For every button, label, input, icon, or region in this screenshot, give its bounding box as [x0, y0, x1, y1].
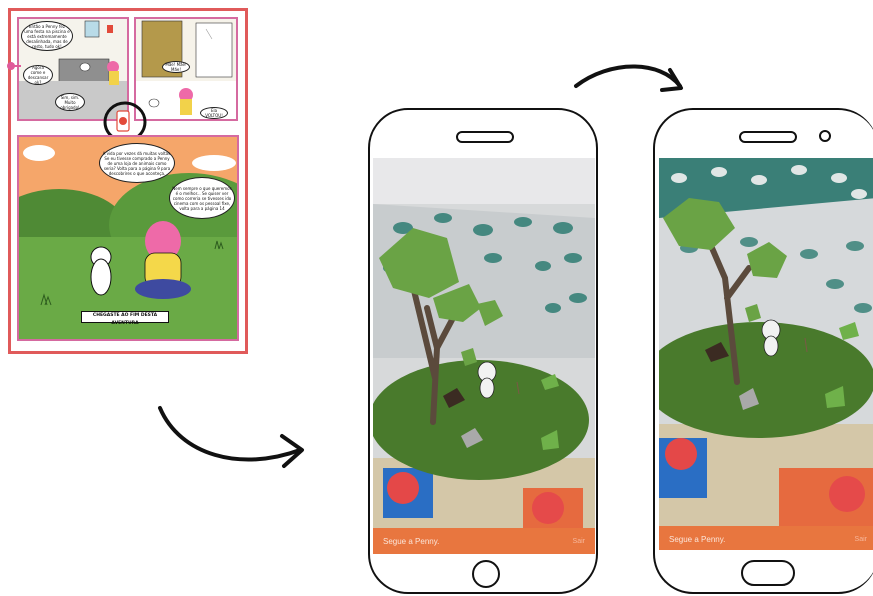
home-button[interactable] — [741, 560, 795, 586]
comic-page: Então a Penny fez uma festa na piscina e… — [7, 8, 248, 354]
home-button[interactable] — [472, 560, 500, 588]
speech-bubble-2: Agora come e descansar ok? — [23, 65, 53, 85]
exit-button[interactable]: Sair — [573, 538, 585, 545]
speech-bubble-1: Então a Penny fez uma festa na piscina e… — [21, 21, 73, 51]
arrow-right-icon — [574, 64, 683, 92]
speech-bubble-5: Ela VOLTOU! — [200, 107, 228, 119]
ar-status-bar: Segue a Penny. Sair — [373, 528, 595, 554]
camera-icon — [819, 130, 831, 142]
status-text: Segue a Penny. — [669, 534, 726, 544]
status-text: Segue a Penny. — [383, 536, 440, 546]
exit-button[interactable]: Sair — [855, 536, 867, 543]
phone-speaker — [739, 131, 797, 143]
speech-bubble-7: Nem sempre o que queremos é o melhor... … — [169, 177, 235, 219]
phone-left: Segue a Penny. Sair — [368, 108, 598, 594]
ar-camera-view-right[interactable]: Segue a Penny. Sair — [659, 158, 873, 550]
panel-connector-dot — [7, 62, 15, 70]
ar-status-bar: Segue a Penny. Sair — [659, 526, 873, 550]
speech-bubble-6: A vida por vezes dá muitas voltas. Se eu… — [99, 143, 175, 183]
ar-scene-left — [373, 158, 595, 554]
speech-bubble-3: Sim, sim. Muito obrigado! — [55, 93, 85, 111]
ar-scene-right — [659, 158, 873, 550]
curved-arrow-icon — [158, 406, 304, 468]
ar-camera-view-left[interactable]: Segue a Penny. Sair — [373, 158, 595, 554]
phone-right: Segue a Penny. Sair — [653, 108, 873, 594]
speech-bubble-4: Mãe! Mãe! Mãe! — [162, 61, 190, 73]
end-caption: CHEGASTE AO FIM DESTA AVENTURA — [81, 311, 169, 326]
phone-speaker — [456, 131, 514, 143]
comic-panel-2: Mãe! Mãe! Mãe! Ela VOLTOU! — [134, 17, 238, 121]
